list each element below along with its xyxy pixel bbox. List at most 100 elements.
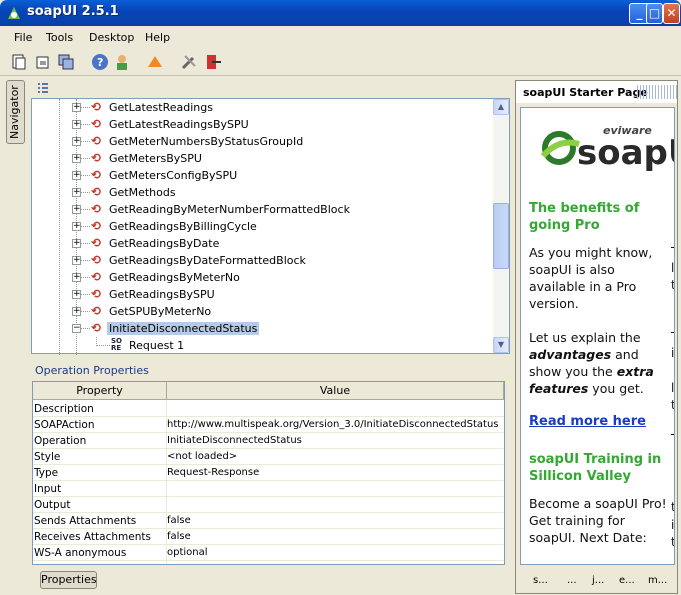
menu-tools[interactable]: Tools bbox=[46, 31, 73, 44]
properties-tab[interactable]: Properties bbox=[40, 571, 97, 589]
logo-product: soapU bbox=[577, 133, 675, 173]
tree-node-request[interactable]: SO RE Request 1 bbox=[32, 337, 494, 354]
nav-link[interactable]: s... bbox=[533, 575, 548, 586]
table-row[interactable]: WS-A anonymous optional bbox=[33, 545, 504, 561]
menu-help[interactable]: Help bbox=[145, 31, 170, 44]
tree-node[interactable]: + ⟲ GetReadingsByBillingCycle bbox=[32, 218, 494, 235]
operation-icon: ⟲ bbox=[91, 270, 102, 284]
table-row[interactable]: Style <not loaded> bbox=[33, 449, 504, 465]
request-icon: SO RE bbox=[111, 337, 122, 352]
operation-icon: ⟲ bbox=[91, 151, 102, 165]
expand-icon[interactable]: + bbox=[72, 273, 81, 282]
properties-title: Operation Properties bbox=[35, 364, 149, 377]
expand-icon[interactable]: + bbox=[72, 171, 81, 180]
expand-icon[interactable]: + bbox=[72, 137, 81, 146]
toolbar: ? ? bbox=[0, 48, 681, 118]
new-project-icon[interactable] bbox=[10, 53, 28, 71]
read-more-link[interactable]: Read more here bbox=[529, 414, 646, 429]
operation-icon: ⟲ bbox=[91, 117, 102, 131]
operation-icon: ⟲ bbox=[91, 134, 102, 148]
starter-page-content: eviware soapU The benefits of going Pro … bbox=[520, 107, 675, 565]
expand-icon[interactable]: + bbox=[72, 290, 81, 299]
table-row[interactable]: Type Request-Response bbox=[33, 465, 504, 481]
nav-link[interactable]: j... bbox=[592, 575, 604, 586]
tree-node[interactable]: + ⟲ GetMetersConfigBySPU bbox=[32, 167, 494, 184]
operation-icon: ⟲ bbox=[91, 168, 102, 182]
tree-node[interactable]: + ⟲ GetMeterNumbersByStatusGroupId bbox=[32, 133, 494, 150]
menu-desktop[interactable]: Desktop bbox=[89, 31, 134, 44]
menu-file[interactable]: File bbox=[14, 31, 32, 44]
list-view-icon[interactable] bbox=[37, 82, 49, 94]
starter-page-nav: s... ... j... e... m... bbox=[516, 570, 677, 592]
table-row[interactable]: Operation InitiateDisconnectedStatus bbox=[33, 433, 504, 449]
expand-icon[interactable]: + bbox=[72, 222, 81, 231]
operation-icon: ⟲ bbox=[91, 202, 102, 216]
starter-page-header[interactable]: soapUI Starter Page bbox=[516, 81, 677, 103]
tree-scrollbar[interactable]: ▲ ▼ bbox=[493, 99, 509, 353]
nav-link[interactable]: ... bbox=[567, 575, 577, 586]
expand-icon[interactable]: + bbox=[72, 205, 81, 214]
preferences-user-icon[interactable] bbox=[113, 53, 131, 71]
tree-node[interactable]: + ⟲ GetLatestReadings bbox=[32, 99, 494, 116]
expand-icon[interactable]: + bbox=[72, 188, 81, 197]
operation-properties-panel: Operation Properties Property Value Desc… bbox=[31, 360, 510, 568]
tree-node[interactable]: + ⟲ GetReadingsBySPU bbox=[32, 286, 494, 303]
expand-icon[interactable]: + bbox=[72, 103, 81, 112]
help-icon[interactable]: ? bbox=[91, 53, 109, 71]
properties-table: Property Value Description SOAPAction htt… bbox=[32, 381, 505, 565]
window-title: soapUI 2.5.1 bbox=[27, 4, 119, 19]
nav-link[interactable]: e... bbox=[619, 575, 635, 586]
nav-link[interactable]: m... bbox=[648, 575, 667, 586]
column-header-property[interactable]: Property bbox=[33, 382, 167, 400]
scroll-up-icon[interactable]: ▲ bbox=[493, 99, 509, 115]
training-heading: soapUI Training in Sillicon Valley bbox=[529, 452, 662, 484]
soapui-logo: eviware soapU bbox=[540, 124, 675, 173]
tree-node[interactable]: + ⟲ GetReadingsByMeterNo bbox=[32, 269, 494, 286]
promo-text-2: Let us explain the advantages and show y… bbox=[529, 330, 654, 396]
operation-icon: ⟲ bbox=[91, 253, 102, 267]
operation-icon: ⟲ bbox=[91, 100, 102, 114]
project-tree[interactable]: + ⟲ GetLatestReadings + ⟲ GetLatestReadingsB… bbox=[31, 98, 510, 355]
title-bar: soapUI 2.5.1 _ □ ✕ bbox=[0, 0, 681, 26]
expand-icon[interactable]: + bbox=[72, 239, 81, 248]
save-all-icon[interactable] bbox=[57, 53, 75, 71]
promo-text: As you might know, soapUI is also availa… bbox=[529, 245, 653, 311]
operation-icon: ⟲ bbox=[91, 185, 102, 199]
collapse-icon[interactable]: − bbox=[72, 324, 81, 333]
expand-icon[interactable]: + bbox=[72, 154, 81, 163]
tree-node[interactable]: + ⟲ GetLatestReadingsBySPU bbox=[32, 116, 494, 133]
soapui-pro-icon[interactable] bbox=[146, 53, 164, 71]
exit-icon[interactable] bbox=[204, 53, 222, 71]
expand-icon[interactable]: + bbox=[72, 120, 81, 129]
tree-header bbox=[31, 78, 510, 98]
import-project-icon[interactable] bbox=[34, 53, 52, 71]
tree-node[interactable]: + ⟲ GetReadingByMeterNumberFormattedBlock bbox=[32, 201, 494, 218]
tree-node[interactable]: + ⟲ GetMetersBySPU bbox=[32, 150, 494, 167]
table-row[interactable]: Receives Attachments false bbox=[33, 529, 504, 545]
soapui-logo-icon bbox=[8, 7, 20, 19]
scroll-down-icon[interactable]: ▼ bbox=[493, 337, 509, 353]
training-text: Become a soapUI Pro! Get training for so… bbox=[529, 496, 667, 545]
tree-node[interactable]: + ⟲ GetMethods bbox=[32, 184, 494, 201]
operation-icon: ⟲ bbox=[91, 321, 102, 335]
drag-handle[interactable] bbox=[637, 85, 677, 99]
navigator-tab[interactable]: Navigator bbox=[6, 80, 25, 144]
tree-node[interactable]: + ⟲ GetReadingsByDateFormattedBlock bbox=[32, 252, 494, 269]
table-row[interactable]: Description bbox=[33, 401, 504, 417]
table-row[interactable]: Input bbox=[33, 481, 504, 497]
tools-icon[interactable] bbox=[180, 53, 198, 71]
table-row[interactable]: SOAPAction http://www.multispeak.org/Vers… bbox=[33, 417, 504, 433]
expand-icon[interactable]: + bbox=[72, 307, 81, 316]
operation-icon: ⟲ bbox=[91, 219, 102, 233]
expand-icon[interactable]: + bbox=[72, 256, 81, 265]
maximize-button[interactable]: □ bbox=[646, 3, 663, 24]
close-button[interactable]: ✕ bbox=[663, 3, 680, 24]
tree-node[interactable]: + ⟲ GetReadingsByDate bbox=[32, 235, 494, 252]
tree-node[interactable]: + ⟲ GetSPUByMeterNo bbox=[32, 303, 494, 320]
starter-page-panel: soapUI Starter Page eviware soapU The be… bbox=[515, 80, 678, 594]
tree-node-selected[interactable]: − ⟲ InitiateDisconnectedStatus bbox=[32, 320, 494, 337]
scroll-thumb[interactable] bbox=[493, 203, 509, 269]
column-header-value[interactable]: Value bbox=[167, 382, 504, 400]
table-row[interactable]: Sends Attachments false bbox=[33, 513, 504, 529]
table-row[interactable]: Output bbox=[33, 497, 504, 513]
